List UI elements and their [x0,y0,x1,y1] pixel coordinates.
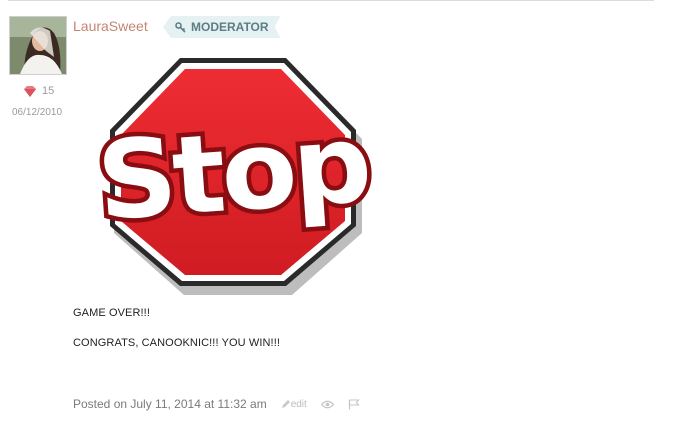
post-line-2: CONGRATS, CANOOKNIC!!! YOU WIN!!! [73,337,281,349]
gem-icon [24,85,36,97]
edit-button[interactable]: edit [281,399,307,410]
avatar-photo [10,17,66,74]
view-button[interactable] [320,400,334,409]
reputation-count: 15 [42,85,55,97]
edit-label: edit [290,398,307,410]
stop-text: Stop [93,101,371,245]
eye-icon [320,400,334,408]
moderator-badge: MODERATOR [163,16,281,38]
flag-icon [348,398,360,409]
join-date: 06/12/2010 [12,107,63,118]
top-divider [8,0,654,1]
post-footer: Posted on July 11, 2014 at 11:32 am edit [73,397,360,411]
avatar[interactable] [9,16,67,75]
post-line-1: GAME OVER!!! [73,307,150,319]
stop-sign-image: Stop [80,50,380,296]
reputation: 15 [24,85,54,97]
pencil-icon [281,400,290,408]
key-icon [175,22,186,33]
posted-timestamp: Posted on July 11, 2014 at 11:32 am [73,397,267,411]
flag-button[interactable] [348,398,360,410]
username-link[interactable]: LauraSweet [73,18,148,34]
stop-sign-graphic: Stop [89,58,376,295]
badge-label: MODERATOR [191,20,269,34]
